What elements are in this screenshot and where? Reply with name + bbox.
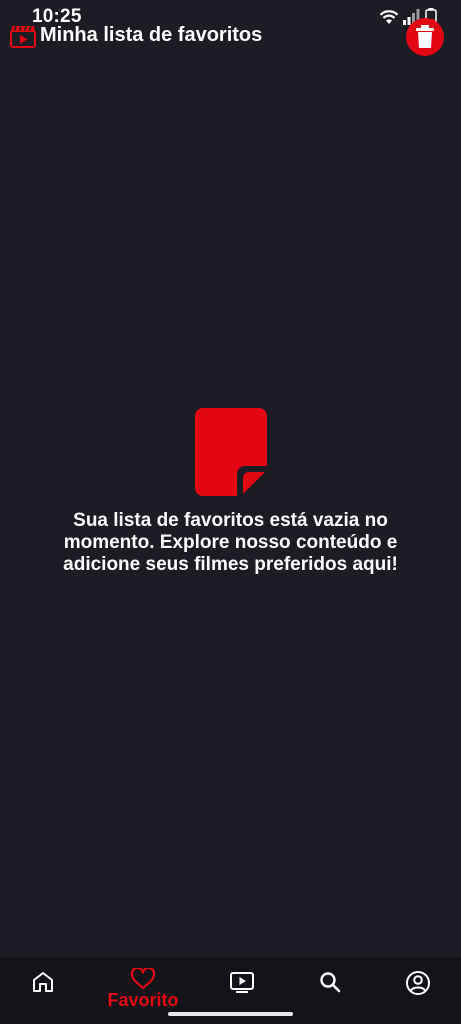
home-icon	[33, 972, 53, 992]
favorites-screen: 10:25 Minha lista de favoritos Sua lista…	[0, 0, 461, 1024]
nav-home[interactable]	[13, 970, 73, 1020]
heart-icon	[130, 968, 156, 990]
bottom-nav: Favorito	[0, 958, 461, 1024]
nav-favorites-label: Favorito	[107, 990, 179, 1010]
wifi-icon	[379, 10, 399, 24]
delete-favorites-button[interactable]	[406, 18, 444, 56]
nav-favorites[interactable]: Favorito	[108, 968, 179, 1018]
search-icon	[320, 972, 341, 993]
clapperboard-icon	[10, 26, 36, 48]
nav-search[interactable]	[300, 970, 360, 1020]
trash-icon	[416, 25, 434, 48]
document-icon	[195, 408, 267, 496]
empty-state-message: Sua lista de favoritos está vazia no mom…	[63, 510, 398, 575]
play-icon	[230, 972, 254, 993]
page-title: Minha lista de favoritos	[40, 24, 263, 46]
home-indicator	[168, 1012, 293, 1016]
profile-icon	[406, 971, 430, 995]
nav-profile[interactable]	[388, 970, 448, 1020]
